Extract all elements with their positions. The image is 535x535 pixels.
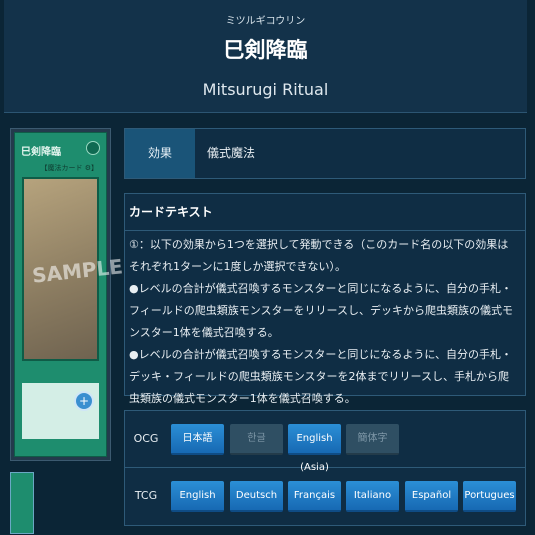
card-name-ruby: ミツルギコウリン — [225, 16, 306, 27]
card-header: ミツルギコウリン 巳剣降臨 Mitsurugi Ritual — [4, 0, 527, 113]
lang-button-english-asia[interactable]: English (Asia) — [288, 424, 341, 473]
effect-type-value: 儀式魔法 — [207, 146, 256, 160]
card-info-panel: 効果 儀式魔法 — [124, 128, 526, 179]
lang-button-portuguese[interactable]: Portugues — [463, 481, 516, 512]
card-text-paragraph: ①：以下の効果から1つを選択して発動できる（このカード名の以下の効果はそれぞれ1… — [129, 238, 509, 273]
lang-button-french[interactable]: Français — [288, 481, 341, 512]
card-text-body: ①：以下の効果から1つを選択して発動できる（このカード名の以下の効果はそれぞれ1… — [129, 234, 519, 410]
lang-button-simplified-chinese: 簡体字 — [346, 424, 399, 455]
card-image-type: 【魔法カード ⚙】 — [40, 164, 98, 172]
card-text-panel: カードテキスト ①：以下の効果から1つを選択して発動できる（このカード名の以下の… — [124, 193, 526, 405]
tcg-label: TCG — [134, 489, 158, 502]
card-text-paragraph: ●レベルの合計が儀式召喚するモンスターと同じになるように、自分の手札・デッキ・フ… — [129, 348, 513, 405]
sample-watermark: SAMPLE — [30, 254, 124, 288]
lang-button-spanish[interactable]: Español — [405, 481, 458, 512]
effect-type-label: 効果 — [125, 129, 195, 178]
card-text-paragraph: ●レベルの合計が儀式召喚するモンスターと同じになるように、自分の手札・フィールド… — [129, 282, 514, 339]
lang-button-japanese[interactable]: 日本語 — [171, 424, 224, 455]
card-artwork: SAMPLE — [22, 177, 124, 361]
ocg-language-row: OCG 日本語 한글 English (Asia) 簡体字 — [125, 411, 525, 473]
lang-button-english[interactable]: English — [171, 481, 224, 512]
tcg-language-row: TCG English Deutsch Français Italiano Es… — [125, 468, 525, 524]
ocg-label: OCG — [133, 432, 159, 445]
card-frame: 巳剣降臨 【魔法カード ⚙】 SAMPLE + — [14, 132, 124, 457]
lang-button-italian[interactable]: Italiano — [346, 481, 399, 512]
card-text-heading: カードテキスト — [125, 194, 525, 231]
card-image-title: 巳剣降臨 — [21, 147, 61, 158]
language-panel: OCG 日本語 한글 English (Asia) 簡体字 TCG Englis… — [124, 410, 526, 526]
lang-button-german[interactable]: Deutsch — [230, 481, 283, 512]
card-thumbnail[interactable] — [10, 472, 34, 534]
zoom-icon[interactable]: + — [74, 391, 94, 411]
spell-attribute-icon — [86, 141, 100, 155]
lang-button-korean: 한글 — [230, 424, 283, 455]
card-image[interactable]: 巳剣降臨 【魔法カード ⚙】 SAMPLE + — [10, 128, 124, 461]
card-name-english: Mitsurugi Ritual — [202, 80, 329, 99]
card-name-japanese: 巳剣降臨 — [223, 38, 308, 62]
